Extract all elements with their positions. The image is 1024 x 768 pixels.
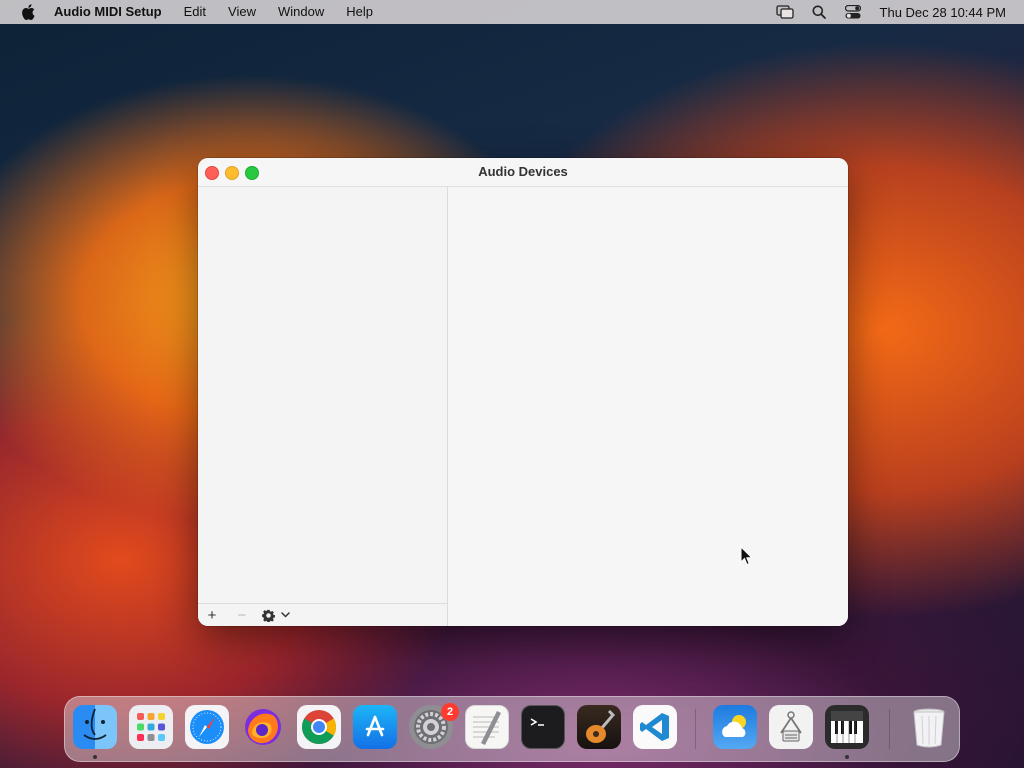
directory-utility-icon[interactable] bbox=[769, 705, 813, 749]
control-center-icon[interactable] bbox=[844, 3, 862, 21]
sidebar-footer-toolbar: + − bbox=[198, 603, 447, 626]
add-device-button[interactable]: + bbox=[199, 604, 225, 626]
menu-edit[interactable]: Edit bbox=[173, 0, 217, 24]
menu-extras: Thu Dec 28 10:44 PM bbox=[768, 0, 1006, 24]
app-store-icon[interactable] bbox=[353, 705, 397, 749]
menu-app-name[interactable]: Audio MIDI Setup bbox=[38, 0, 173, 24]
window-title: Audio Devices bbox=[478, 164, 568, 179]
audio-midi-setup-icon[interactable] bbox=[825, 705, 869, 749]
menu-bar: Audio MIDI Setup Edit View Window Help T… bbox=[0, 0, 1024, 24]
remove-device-button[interactable]: − bbox=[229, 604, 255, 626]
running-indicator bbox=[845, 755, 849, 759]
finder-icon[interactable] bbox=[73, 705, 117, 749]
textedit-icon[interactable] bbox=[465, 705, 509, 749]
dock-separator bbox=[889, 709, 890, 749]
vscode-icon[interactable] bbox=[633, 705, 677, 749]
running-indicator bbox=[93, 755, 97, 759]
terminal-icon[interactable] bbox=[521, 705, 565, 749]
apple-menu-icon[interactable] bbox=[18, 2, 38, 22]
chevron-down-icon[interactable] bbox=[277, 604, 293, 626]
menu-help[interactable]: Help bbox=[335, 0, 384, 24]
window-titlebar[interactable]: Audio Devices bbox=[198, 158, 848, 187]
menu-window[interactable]: Window bbox=[267, 0, 335, 24]
chrome-icon[interactable] bbox=[297, 705, 341, 749]
weather-icon[interactable] bbox=[713, 705, 757, 749]
safari-icon[interactable] bbox=[185, 705, 229, 749]
dock: 2 bbox=[64, 696, 960, 762]
launchpad-icon[interactable] bbox=[129, 705, 173, 749]
menu-clock[interactable]: Thu Dec 28 10:44 PM bbox=[880, 5, 1006, 20]
menu-view[interactable]: View bbox=[217, 0, 267, 24]
device-list-sidebar[interactable]: + − bbox=[198, 187, 448, 626]
trash-icon[interactable] bbox=[907, 705, 951, 749]
spotlight-search-icon[interactable] bbox=[810, 3, 828, 21]
firefox-icon[interactable] bbox=[241, 705, 285, 749]
notification-badge: 2 bbox=[441, 703, 459, 721]
garageband-icon[interactable] bbox=[577, 705, 621, 749]
device-detail-pane bbox=[448, 187, 848, 626]
gear-icon[interactable] bbox=[259, 604, 277, 626]
mouse-pointer-icon bbox=[740, 545, 754, 566]
dock-separator bbox=[695, 709, 696, 749]
screen-mirroring-icon[interactable] bbox=[775, 3, 794, 21]
